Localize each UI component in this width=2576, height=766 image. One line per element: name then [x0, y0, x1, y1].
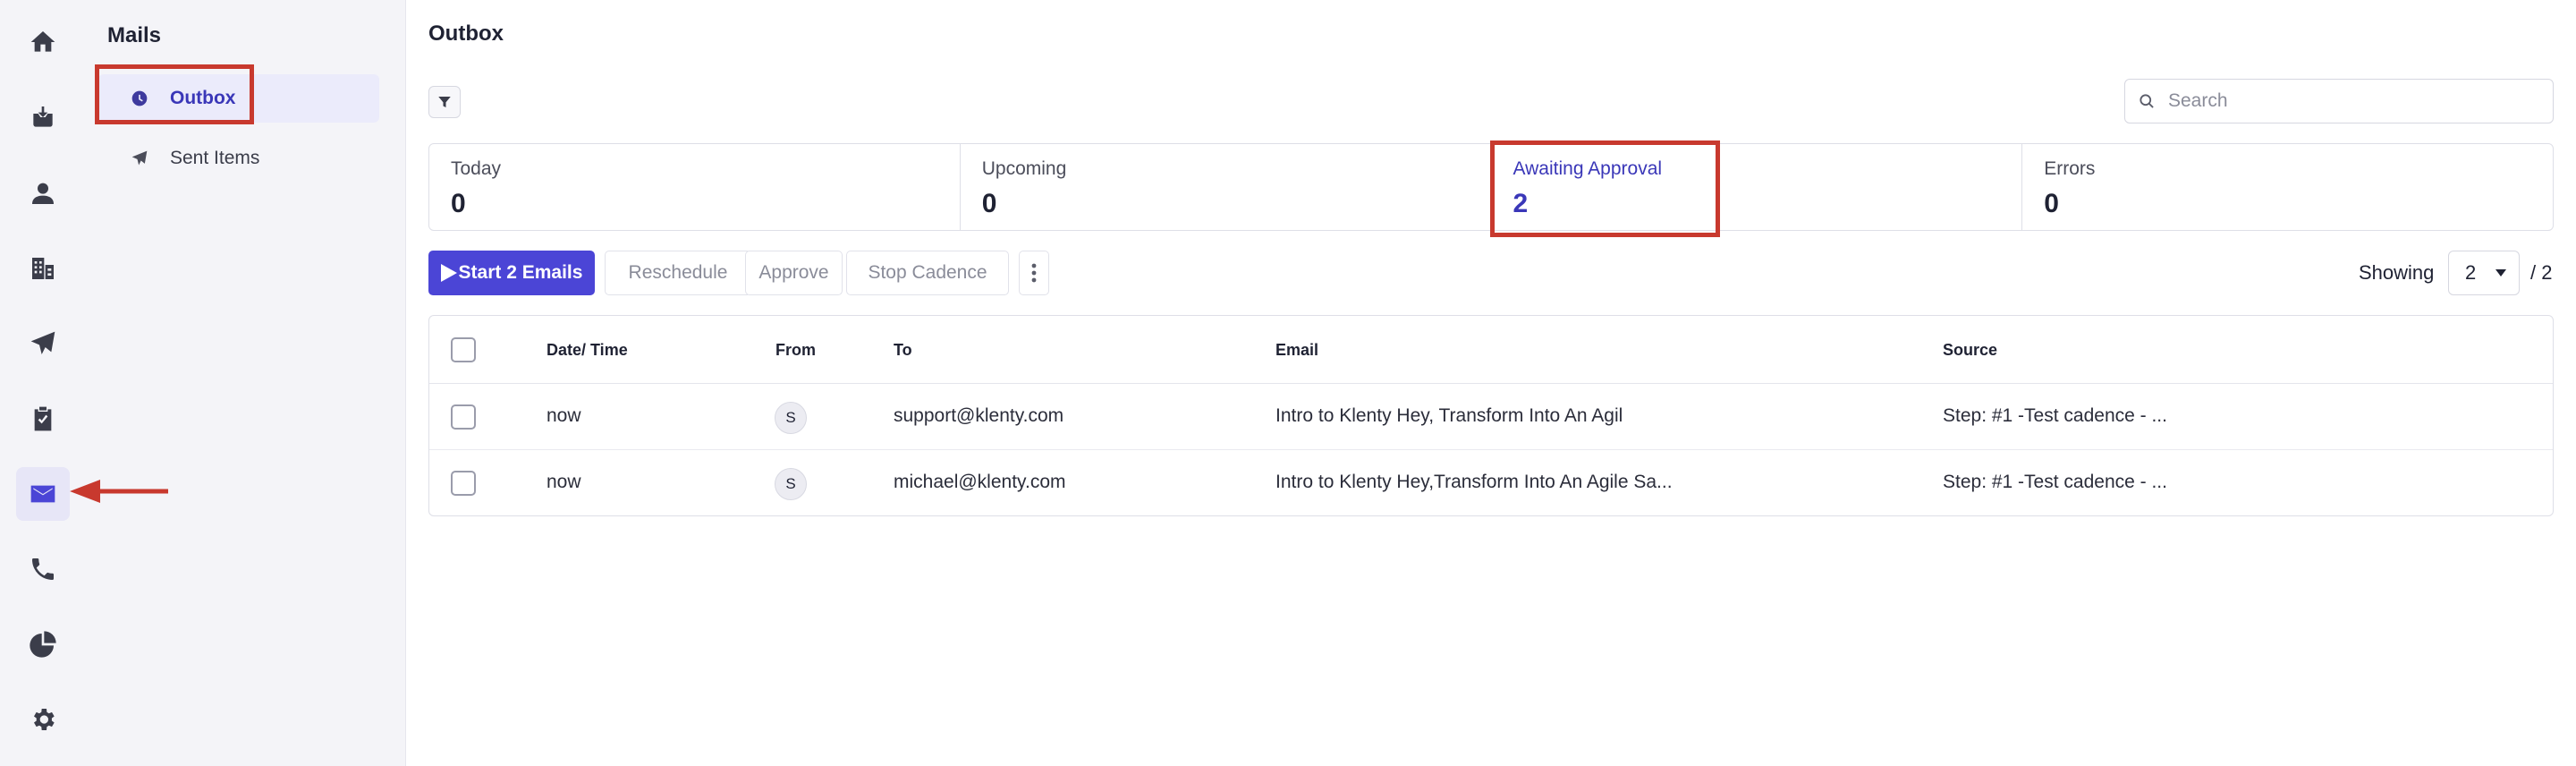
main-content: Outbox Today 0 Upcoming 0 Awaiting Appro… [407, 0, 2576, 766]
cell-email[interactable]: Intro to Klenty Hey, Transform Into An A… [1275, 405, 1623, 427]
table-row[interactable]: now S michael@klenty.com Intro to Klenty… [429, 450, 2553, 516]
chevron-down-icon [2496, 269, 2506, 277]
nav-accounts[interactable] [16, 242, 70, 295]
cell-datetime: now [547, 405, 581, 426]
panel-item-label: Sent Items [170, 148, 260, 168]
stop-cadence-button[interactable]: Stop Cadence [846, 251, 1009, 295]
cell-to: michael@klenty.com [894, 472, 1066, 492]
filter-button[interactable] [428, 86, 461, 118]
avatar: S [775, 402, 807, 434]
outbox-table: Date/ Time From To Email Source now S su… [428, 315, 2554, 516]
pie-chart-icon [30, 631, 56, 658]
stat-value: 0 [981, 189, 997, 218]
stat-label: Upcoming [981, 158, 1067, 179]
clipboard-icon [34, 406, 52, 431]
search-icon [2140, 94, 2154, 108]
stat-label: Today [451, 158, 502, 179]
nav-tasks[interactable] [16, 392, 70, 446]
cell-email[interactable]: Intro to Klenty Hey,Transform Into An Ag… [1275, 472, 1673, 493]
nav-home[interactable] [16, 15, 70, 69]
select-all-checkbox[interactable] [451, 337, 476, 362]
inbox-icon [33, 106, 53, 127]
phone-icon [32, 558, 54, 580]
building-icon [32, 258, 54, 279]
stat-today[interactable]: Today 0 [429, 144, 961, 230]
annotation-arrow [70, 480, 168, 503]
icon-rail [0, 0, 86, 766]
cell-datetime: now [547, 472, 581, 492]
send-icon [30, 331, 55, 354]
col-datetime[interactable]: Date/ Time [547, 341, 628, 360]
approve-button[interactable]: Approve [745, 251, 843, 295]
col-from[interactable]: From [775, 341, 816, 360]
stat-value: 0 [451, 189, 466, 218]
col-email[interactable]: Email [1275, 341, 1318, 360]
page-size-value: 2 [2465, 261, 2477, 284]
search-input[interactable] [2168, 90, 2544, 112]
nav-cadences[interactable] [16, 317, 70, 370]
table-row[interactable]: now S support@klenty.com Intro to Klenty… [429, 384, 2553, 450]
row-checkbox[interactable] [451, 404, 476, 430]
kebab-icon [1031, 263, 1037, 283]
nav-mails[interactable] [16, 467, 70, 521]
nav-calls[interactable] [16, 542, 70, 596]
panel-item-sent-items[interactable]: Sent Items [98, 134, 379, 183]
stat-value: 0 [2044, 189, 2059, 218]
table-header: Date/ Time From To Email Source [429, 316, 2553, 384]
page-title: Outbox [428, 21, 504, 46]
avatar: S [775, 468, 807, 500]
col-source[interactable]: Source [1943, 341, 1997, 360]
annotation-box-outbox [95, 64, 254, 124]
send-icon [131, 150, 148, 166]
stat-label: Errors [2044, 158, 2096, 179]
row-checkbox[interactable] [451, 471, 476, 496]
play-icon [440, 264, 457, 282]
stat-errors[interactable]: Errors 0 [2022, 144, 2553, 230]
nav-contacts[interactable] [16, 166, 70, 220]
page-size-select[interactable]: 2 [2448, 251, 2520, 295]
showing-label: Showing [2359, 261, 2435, 284]
nav-settings[interactable] [16, 693, 70, 746]
cell-source[interactable]: Step: #1 -Test cadence - ... [1943, 405, 2167, 427]
panel-title: Mails [107, 23, 162, 47]
nav-reports[interactable] [16, 617, 70, 671]
home-icon [30, 31, 55, 52]
stat-upcoming[interactable]: Upcoming 0 [961, 144, 1492, 230]
gear-icon [34, 709, 55, 730]
cell-source[interactable]: Step: #1 -Test cadence - ... [1943, 472, 2167, 493]
annotation-box-awaiting-approval [1490, 140, 1720, 237]
user-icon [32, 183, 54, 204]
page-total: / 2 [2530, 261, 2553, 284]
start-emails-button[interactable]: Start 2 Emails [428, 251, 595, 295]
search-box[interactable] [2124, 79, 2554, 123]
mail-icon [30, 485, 55, 503]
more-actions-button[interactable] [1019, 251, 1049, 295]
start-emails-label: Start 2 Emails [458, 262, 583, 283]
reschedule-button[interactable]: Reschedule [605, 251, 751, 295]
cell-to: support@klenty.com [894, 405, 1064, 426]
nav-inbox[interactable] [16, 90, 70, 144]
filter-icon [438, 97, 451, 107]
col-to[interactable]: To [894, 341, 912, 360]
